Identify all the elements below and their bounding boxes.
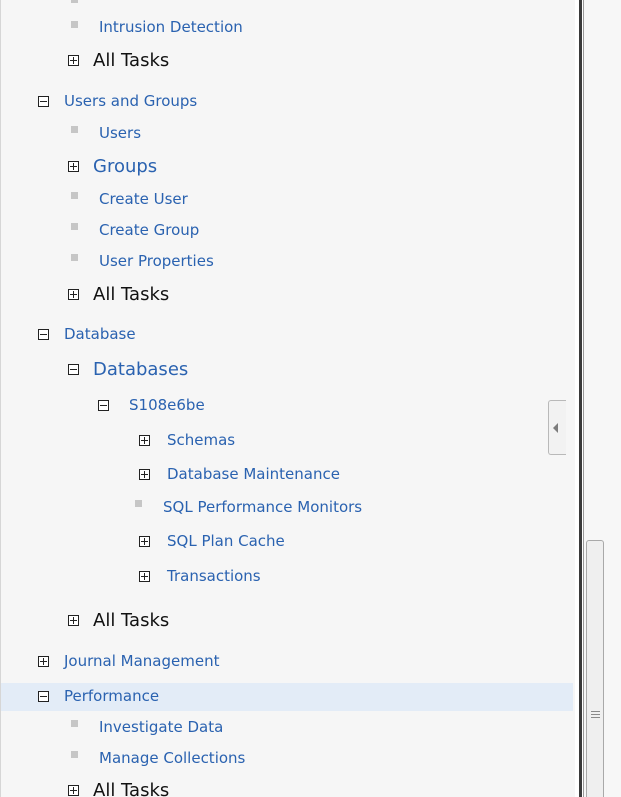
expand-icon[interactable]	[68, 161, 79, 172]
leaf-bullet-icon	[135, 500, 142, 507]
nav-item-schemas[interactable]: Schemas	[167, 433, 235, 448]
leaf-bullet-icon	[71, 126, 78, 133]
nav-item-manage-collections[interactable]: Manage Collections	[99, 751, 245, 766]
nav-item-databases[interactable]: Databases	[93, 361, 188, 379]
nav-item-database-s108e6be[interactable]: S108e6be	[129, 398, 205, 413]
collapse-icon[interactable]	[68, 364, 79, 375]
chevron-left-icon	[553, 423, 558, 433]
navigation-tree: Intrusion Detection All Tasks Users and …	[0, 0, 575, 797]
expand-icon[interactable]	[139, 571, 150, 582]
expand-icon[interactable]	[68, 785, 79, 796]
expand-icon[interactable]	[139, 469, 150, 480]
nav-item-database[interactable]: Database	[64, 327, 136, 342]
nav-item-investigate-data[interactable]: Investigate Data	[99, 720, 223, 735]
nav-item-create-user[interactable]: Create User	[99, 192, 188, 207]
nav-item-all-tasks[interactable]: All Tasks	[93, 52, 169, 70]
leaf-bullet-icon	[71, 223, 78, 230]
nav-item-intrusion-detection[interactable]: Intrusion Detection	[99, 20, 243, 35]
expand-icon[interactable]	[68, 289, 79, 300]
collapse-icon[interactable]	[38, 691, 49, 702]
nav-item-all-tasks[interactable]: All Tasks	[93, 782, 169, 797]
nav-item-transactions[interactable]: Transactions	[167, 569, 261, 584]
nav-item-journal-management[interactable]: Journal Management	[64, 654, 219, 669]
leaf-bullet-icon	[71, 720, 78, 727]
nav-item-users-and-groups[interactable]: Users and Groups	[64, 94, 197, 109]
collapse-panel-handle[interactable]	[548, 400, 566, 455]
nav-item-database-maintenance[interactable]: Database Maintenance	[167, 467, 340, 482]
nav-item-create-group[interactable]: Create Group	[99, 223, 199, 238]
leaf-bullet-icon	[71, 254, 78, 261]
leaf-bullet-icon	[71, 751, 78, 758]
expand-icon[interactable]	[139, 536, 150, 547]
collapse-icon[interactable]	[38, 329, 49, 340]
leaf-bullet-icon	[71, 192, 78, 199]
collapse-icon[interactable]	[98, 400, 109, 411]
nav-item-performance[interactable]: Performance	[64, 689, 159, 704]
nav-item-sql-performance-monitors[interactable]: SQL Performance Monitors	[163, 500, 362, 515]
nav-item-all-tasks[interactable]: All Tasks	[93, 612, 169, 630]
nav-item-sql-plan-cache[interactable]: SQL Plan Cache	[167, 534, 285, 549]
nav-item-users[interactable]: Users	[99, 126, 141, 141]
grip-icon	[591, 711, 600, 719]
leaf-bullet-icon	[71, 21, 78, 28]
leaf-bullet-icon	[71, 0, 78, 3]
nav-item-user-properties[interactable]: User Properties	[99, 254, 214, 269]
expand-icon[interactable]	[139, 435, 150, 446]
expand-icon[interactable]	[68, 55, 79, 66]
panel-divider	[579, 0, 582, 797]
nav-item-groups[interactable]: Groups	[93, 158, 157, 176]
scrollbar-thumb[interactable]	[586, 540, 604, 797]
expand-icon[interactable]	[68, 615, 79, 626]
nav-item-all-tasks[interactable]: All Tasks	[93, 286, 169, 304]
expand-icon[interactable]	[38, 656, 49, 667]
collapse-icon[interactable]	[38, 96, 49, 107]
